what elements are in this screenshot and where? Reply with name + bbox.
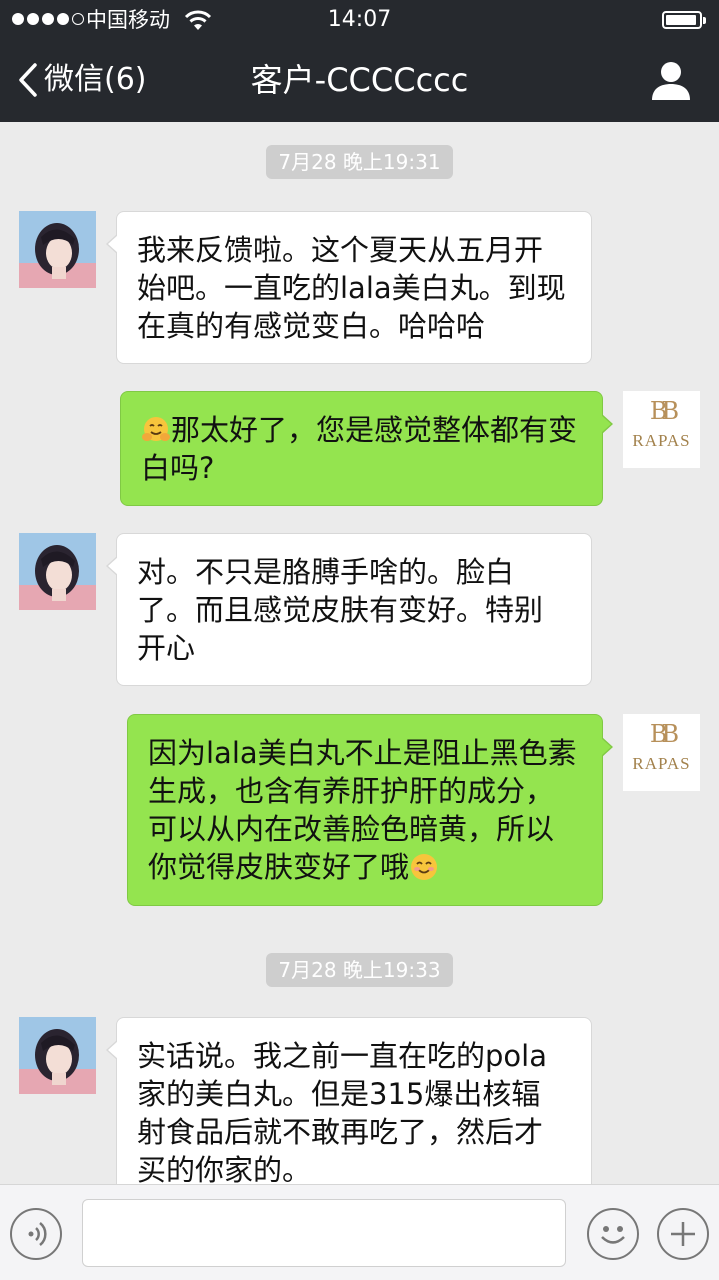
customer-avatar[interactable] — [19, 211, 96, 288]
message-text: 实话说。我之前一直在吃的pola家的美白丸。但是315爆出核辐射食品后就不敢再吃… — [137, 1039, 547, 1184]
smiling-face-icon — [411, 854, 438, 880]
more-button[interactable] — [657, 1208, 709, 1260]
message-text: 对。不只是胳膊手啥的。脸白了。而且感觉皮肤有变好。特别开心 — [137, 555, 544, 665]
brand-logo-name: RAPAS — [632, 754, 691, 773]
message-timestamp: 7月28 晚上19:33 — [0, 953, 719, 987]
nav-bar: 微信(6) 客户-CCCCccc — [0, 40, 719, 122]
message-bubble-incoming[interactable]: 对。不只是胳膊手啥的。脸白了。而且感觉皮肤有变好。特别开心 — [106, 533, 592, 686]
message-text: 因为lala美白丸不止是阻止黑色素生成，也含有养肝护肝的成分，可以从内在改善脸色… — [148, 736, 577, 884]
message-bubble-incoming[interactable]: 我来反馈啦。这个夏天从五月开始吧。一直吃的lala美白丸。到现在真的有感觉变白。… — [106, 211, 592, 364]
portrait-avatar-image — [19, 533, 96, 610]
message-input[interactable] — [82, 1199, 566, 1267]
battery-icon — [662, 11, 706, 29]
brand-logo-mark: BB — [649, 720, 679, 748]
chat-area[interactable]: 7月28 晚上19:31 我来反馈啦。这个夏天从五月开始吧。一直吃的lala美白… — [0, 122, 719, 1184]
message-bubble-incoming[interactable]: 实话说。我之前一直在吃的pola家的美白丸。但是315爆出核辐射食品后就不敢再吃… — [106, 1017, 592, 1184]
portrait-avatar-image — [19, 211, 96, 288]
brand-logo-name: RAPAS — [632, 431, 691, 450]
status-bar: 中国移动 14:07 — [0, 0, 719, 40]
chevron-left-icon — [19, 63, 37, 97]
plus-icon — [671, 1222, 695, 1246]
chat-title: 客户-CCCCccc — [250, 61, 469, 99]
back-button[interactable]: 微信(6) — [16, 60, 147, 100]
brand-avatar[interactable]: BB RAPAS — [623, 714, 700, 791]
back-label: 微信(6) — [44, 62, 147, 97]
message-bubble-outgoing[interactable]: 那太好了，您是感觉整体都有变白吗? — [120, 391, 613, 506]
voice-button[interactable] — [10, 1208, 62, 1260]
emoji-icon — [601, 1226, 625, 1244]
message-timestamp: 7月28 晚上19:31 — [0, 145, 719, 179]
message-text: 我来反馈啦。这个夏天从五月开始吧。一直吃的lala美白丸。到现在真的有感觉变白。… — [137, 233, 566, 343]
customer-avatar[interactable] — [19, 533, 96, 610]
customer-avatar[interactable] — [19, 1017, 96, 1094]
message-text: 那太好了，您是感觉整体都有变白吗? — [141, 413, 578, 485]
brand-avatar[interactable]: BB RAPAS — [623, 391, 700, 468]
portrait-avatar-image — [19, 1017, 96, 1094]
voice-icon — [28, 1222, 47, 1246]
input-bar — [0, 1184, 719, 1280]
message-bubble-outgoing[interactable]: 因为lala美白丸不止是阻止黑色素生成，也含有养肝护肝的成分，可以从内在改善脸色… — [127, 714, 613, 906]
status-time: 14:07 — [327, 7, 392, 32]
brand-logo-mark: BB — [649, 397, 679, 425]
emoji-button[interactable] — [587, 1208, 639, 1260]
hugging-face-icon — [142, 417, 170, 441]
person-icon[interactable] — [648, 58, 694, 104]
